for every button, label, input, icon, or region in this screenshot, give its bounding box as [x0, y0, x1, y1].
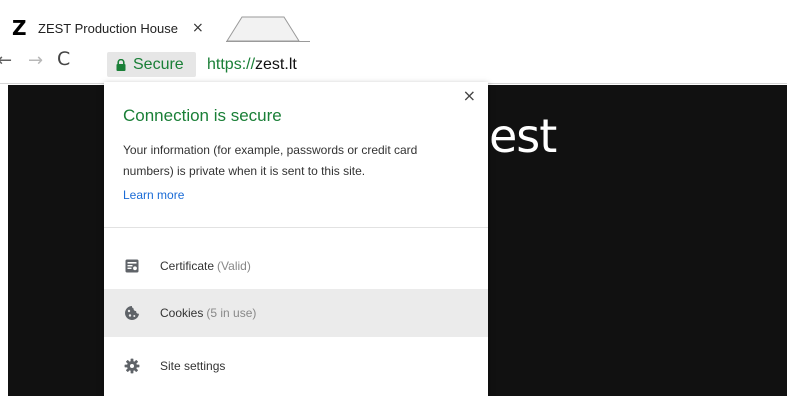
site-settings-label: Site settings	[160, 359, 226, 373]
address-bar[interactable]: https://zest.lt	[207, 56, 297, 74]
tab-zest[interactable]: Z ZEST Production House ×	[0, 12, 232, 44]
site-favicon-icon: Z	[12, 16, 27, 40]
tab-strip: Z ZEST Production House ×	[0, 0, 787, 44]
forward-icon[interactable]: →	[28, 52, 43, 70]
back-icon[interactable]: ←	[0, 52, 12, 70]
secure-label: Secure	[133, 55, 184, 73]
gear-icon	[124, 358, 140, 374]
secure-chip[interactable]: Secure	[107, 52, 196, 77]
tab-close-icon[interactable]: ×	[192, 21, 204, 35]
page-background-left	[8, 85, 104, 396]
new-tab-button[interactable]	[226, 16, 310, 42]
lock-icon	[116, 58, 126, 71]
cookies-label: Cookies	[160, 306, 204, 320]
reload-icon[interactable]: C	[57, 50, 70, 69]
cookies-item[interactable]: Cookies (5 in use)	[104, 289, 488, 337]
new-tab-icon	[226, 16, 310, 42]
certificate-label: Certificate	[160, 259, 215, 273]
site-logo: est	[489, 109, 557, 163]
toolbar: ← → C Secure https://zest.lt	[0, 44, 787, 84]
learn-more-link[interactable]: Learn more	[123, 188, 184, 202]
certificate-item[interactable]: Certificate (Valid)	[104, 242, 488, 290]
page-edge	[0, 85, 8, 396]
cookies-count: (5 in use)	[206, 306, 257, 320]
popup-title: Connection is secure	[123, 106, 282, 125]
popup-description: Your information (for example, passwords…	[123, 143, 418, 178]
url-scheme: https://	[207, 56, 256, 73]
certificate-icon	[125, 259, 139, 273]
url-host: zest.lt	[255, 56, 297, 73]
close-icon[interactable]: ×	[463, 88, 476, 104]
site-settings-item[interactable]: Site settings	[104, 342, 488, 390]
cookie-icon	[125, 306, 139, 320]
certificate-status: (Valid)	[217, 259, 251, 273]
tab-title: ZEST Production House	[38, 20, 178, 36]
site-info-popup: × Connection is secure Your information …	[104, 82, 488, 396]
popup-divider	[104, 227, 488, 228]
